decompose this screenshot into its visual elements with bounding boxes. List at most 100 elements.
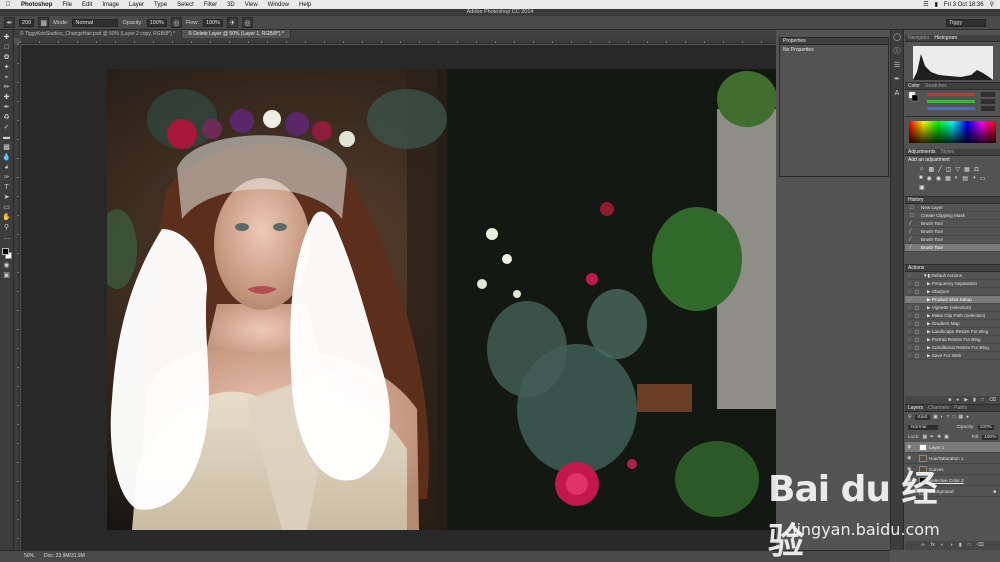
gradient-map-icon[interactable]: ▭ xyxy=(980,175,986,182)
filter-kind-select[interactable]: Kind xyxy=(914,414,931,420)
type-filter-icon[interactable]: T xyxy=(947,415,950,420)
dialog-toggle[interactable] xyxy=(915,338,919,342)
smart-filter-icon[interactable]: ▦ xyxy=(958,415,963,420)
pixel-filter-icon[interactable]: ▣ xyxy=(933,415,938,420)
adjustment-filter-icon[interactable]: ◐ xyxy=(941,415,944,420)
exposure-icon[interactable]: ◫ xyxy=(946,166,952,173)
eraser-tool-icon[interactable]: ▬ xyxy=(2,134,12,142)
type-tool-icon[interactable]: T xyxy=(2,184,12,192)
mixer-icon[interactable]: ◉ xyxy=(936,175,941,182)
history-item[interactable]: ⁄ Brush Tool xyxy=(905,228,1000,236)
stop-icon[interactable]: ■ xyxy=(948,396,951,404)
invert-icon[interactable]: ◐ xyxy=(955,175,959,182)
play-icon[interactable]: ▶ xyxy=(964,396,968,404)
layer-opacity-field[interactable]: 100% xyxy=(977,424,994,430)
menu-image[interactable]: Image xyxy=(97,2,124,8)
wifi-icon[interactable]: ☰ xyxy=(923,1,928,8)
shape-tool-icon[interactable]: ▭ xyxy=(2,204,12,212)
filter-toggle-icon[interactable]: ● xyxy=(966,415,969,420)
menu-window[interactable]: Window xyxy=(263,2,294,8)
action-item[interactable]: ✓ ▶ Portrait Resize For Blog xyxy=(905,336,1000,344)
curves-icon[interactable]: ╱ xyxy=(938,166,942,173)
check-icon[interactable]: ✓ xyxy=(908,330,912,334)
pressure-opacity-icon[interactable]: ◎ xyxy=(170,17,182,28)
tab-layers[interactable]: Layers xyxy=(908,405,923,411)
quick-mask-icon[interactable]: ◉ xyxy=(2,262,12,270)
character-dock-icon[interactable]: A xyxy=(893,90,902,98)
dialog-toggle[interactable] xyxy=(915,290,919,294)
new-set-icon[interactable]: ▮ xyxy=(973,396,976,404)
menu-app[interactable]: Photoshop xyxy=(16,2,57,8)
check-icon[interactable]: ✓ xyxy=(908,354,912,358)
history-item-selected[interactable]: ⁄ Brush Tool xyxy=(905,244,1000,252)
color-swatches[interactable] xyxy=(1,248,12,260)
color-panel[interactable]: Color Swatches xyxy=(905,83,1000,117)
menu-help[interactable]: Help xyxy=(294,2,316,8)
color-sliders[interactable] xyxy=(905,90,1000,116)
tab-delete-layer[interactable]: © Delete Layer @ 50% (Layer 1, RGB/8*) * xyxy=(182,30,291,38)
action-item[interactable]: ✓ ▶ Conditional Resize For Blog xyxy=(905,344,1000,352)
lock-transparent-icon[interactable]: ▦ xyxy=(922,435,927,440)
history-panel[interactable]: History □ New Layer □ Create Clipping Mask… xyxy=(905,197,1000,265)
navigator-panel[interactable]: Navigator Histogram xyxy=(905,35,1000,83)
check-icon[interactable]: ✓ xyxy=(908,282,912,286)
screen-mode-icon[interactable]: ▣ xyxy=(2,272,12,280)
doc-size[interactable]: Doc: 23.9M/31.9M xyxy=(44,551,85,562)
check-icon[interactable]: ✓ xyxy=(908,322,912,326)
quick-select-tool-icon[interactable]: ✦ xyxy=(2,64,12,72)
levels-icon[interactable]: ▩ xyxy=(929,166,935,173)
history-brush-tool-icon[interactable]: ✓ xyxy=(2,124,12,132)
visibility-eye-icon[interactable]: ◉ xyxy=(907,442,911,452)
blend-mode-select[interactable]: Normal xyxy=(908,424,938,430)
record-icon[interactable]: ● xyxy=(956,396,959,404)
color-spectrum[interactable] xyxy=(905,117,1000,149)
opacity-field[interactable]: 100% xyxy=(146,18,167,27)
lock-image-icon[interactable]: ✒ xyxy=(930,435,934,440)
action-set[interactable]: ✓ ▼▮ Default Actions xyxy=(905,272,1000,280)
pressure-size-icon[interactable]: ◎ xyxy=(241,17,253,28)
check-icon[interactable]: ✓ xyxy=(908,314,912,318)
action-item-selected[interactable]: ✓ ▶ Product Shot Setup xyxy=(905,296,1000,304)
horizontal-ruler[interactable] xyxy=(20,38,776,44)
stamp-tool-icon[interactable]: ♻ xyxy=(2,114,12,122)
tab-histogram[interactable]: Histogram xyxy=(934,35,957,41)
pen-tool-icon[interactable]: ✑ xyxy=(2,174,12,182)
zoom-tool-icon[interactable]: ⚲ xyxy=(2,224,12,232)
shape-filter-icon[interactable]: □ xyxy=(953,415,956,420)
action-item[interactable]: ✓ ▶ Gradient Map xyxy=(905,320,1000,328)
delete-icon[interactable]: ⌫ xyxy=(989,396,996,404)
search-icon[interactable]: ⚲ xyxy=(990,1,994,8)
actions-panel[interactable]: Actions ✓ ▼▮ Default Actions ✓ ▶ Frequency… xyxy=(905,265,1000,405)
history-item[interactable]: ⁄ Brush Tool xyxy=(905,220,1000,228)
zoom-level[interactable]: 50% xyxy=(24,551,34,562)
menu-3d[interactable]: 3D xyxy=(222,2,240,8)
brush-tool-icon[interactable]: ✒ xyxy=(2,104,12,112)
tab-swatches[interactable]: Swatches xyxy=(925,83,947,89)
hand-tool-icon[interactable]: ✋ xyxy=(2,214,12,222)
info-dock-icon[interactable]: ⓘ xyxy=(893,48,902,56)
tab-navigator[interactable]: Navigator xyxy=(908,35,929,41)
dialog-toggle[interactable] xyxy=(915,298,919,302)
more-tools-icon[interactable]: … xyxy=(2,234,12,242)
menu-view[interactable]: View xyxy=(240,2,263,8)
balance-icon[interactable]: ⚖ xyxy=(974,166,979,173)
apple-icon[interactable]:  xyxy=(0,1,16,8)
check-icon[interactable]: ✓ xyxy=(908,274,912,278)
menu-layer[interactable]: Layer xyxy=(124,2,149,8)
hue-sat-icon[interactable]: ▦ xyxy=(964,166,970,173)
dialog-toggle[interactable] xyxy=(915,282,919,286)
check-icon[interactable]: ✓ xyxy=(908,290,912,294)
check-icon[interactable]: ✓ xyxy=(908,298,912,302)
blur-tool-icon[interactable]: 💧 xyxy=(2,154,12,162)
adjustments-panel[interactable]: Adjustments Styles Add an adjustment ☼ ▩… xyxy=(905,149,1000,197)
vertical-ruler[interactable] xyxy=(14,44,20,550)
properties-panel[interactable]: Properties No Properties xyxy=(779,37,889,177)
tab-color[interactable]: Color xyxy=(908,83,920,89)
tab-styles[interactable]: Styles xyxy=(941,149,955,155)
new-group-icon[interactable]: ▮ xyxy=(959,541,962,550)
brush-dock-icon[interactable]: ✒ xyxy=(893,76,902,84)
gradient-tool-icon[interactable]: ▩ xyxy=(2,144,12,152)
vibrance-icon[interactable]: ▽ xyxy=(955,166,960,173)
layer-fill-field[interactable]: 100% xyxy=(982,434,999,440)
lock-position-icon[interactable]: ✚ xyxy=(937,435,941,440)
